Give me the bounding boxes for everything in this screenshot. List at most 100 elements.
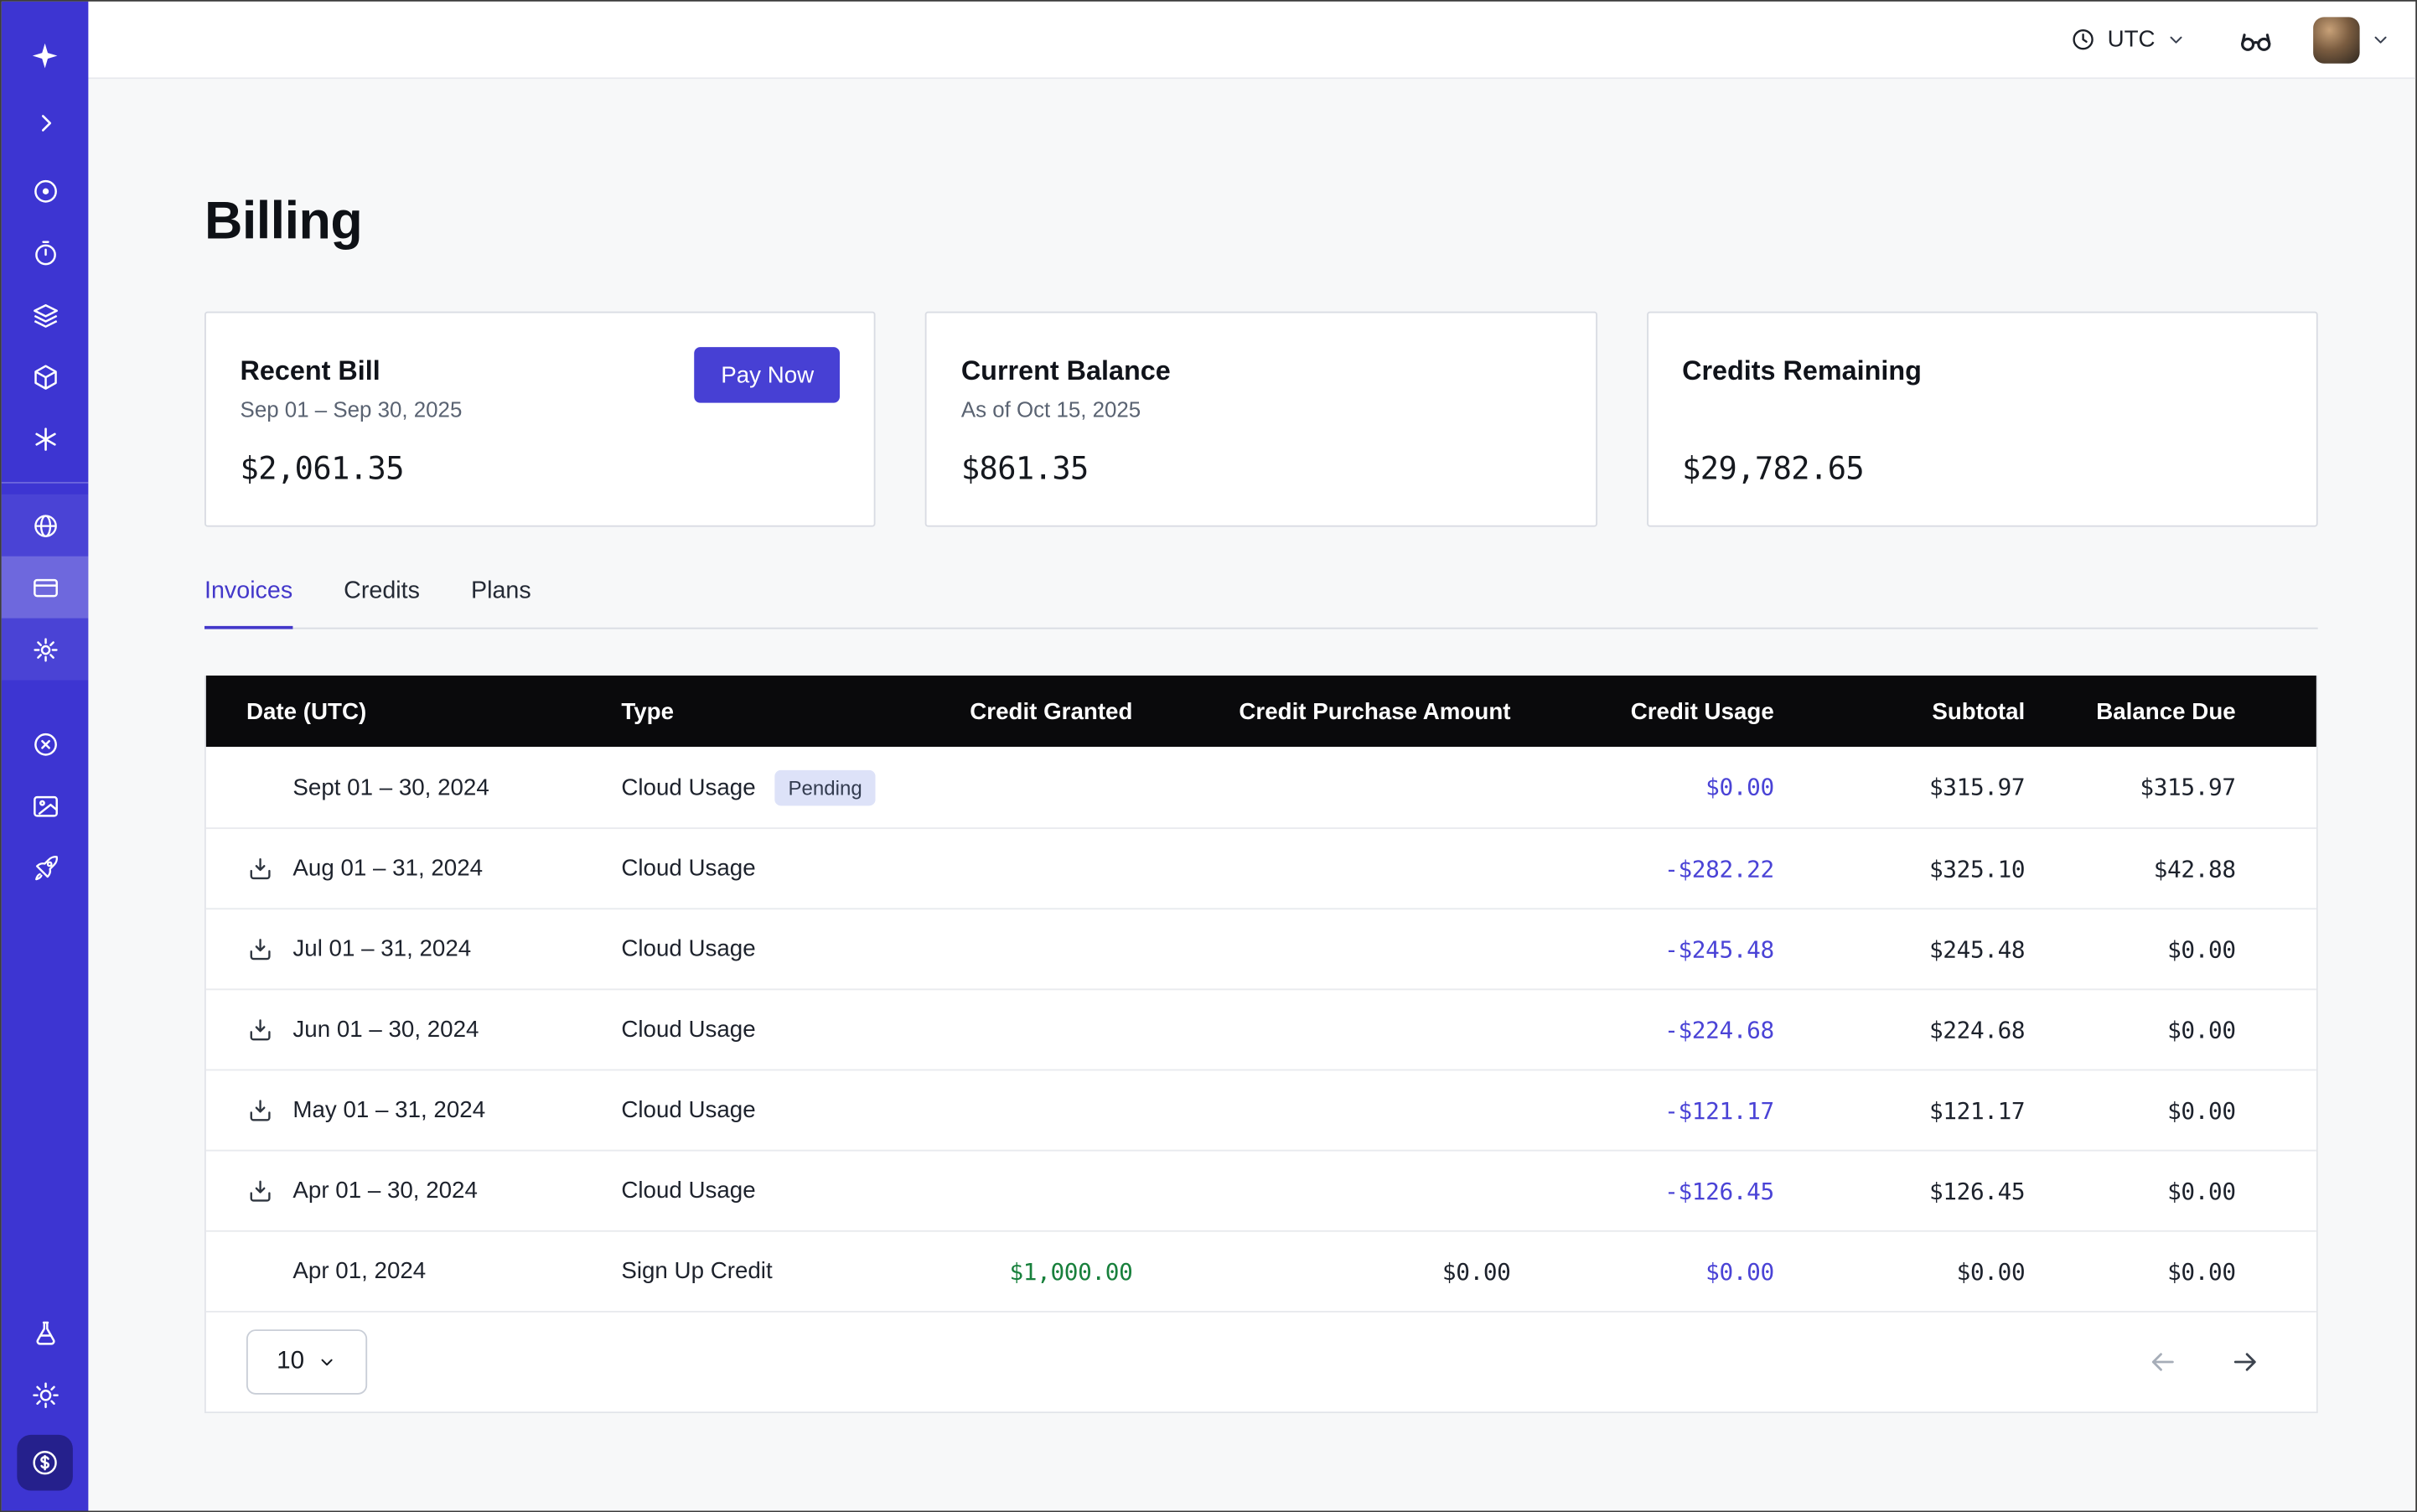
reader-mode-button[interactable] (2238, 21, 2275, 58)
subtotal: $126.45 (1774, 1177, 2025, 1204)
card-recent-bill: Recent Bill Sep 01 – Sep 30, 2025 $2,061… (204, 312, 876, 527)
subtotal: $224.68 (1774, 1016, 2025, 1043)
sidebar-item-settings[interactable] (2, 619, 89, 681)
sidebar-item-asterisk[interactable] (2, 407, 89, 469)
balance-due: $0.00 (2025, 1177, 2316, 1204)
invoice-date: Apr 01, 2024 (292, 1258, 426, 1284)
arrow-left-icon (2147, 1347, 2178, 1378)
credit-usage: -$121.17 (1511, 1096, 1774, 1124)
sidebar-item-currency[interactable] (17, 1435, 73, 1491)
sidebar-item-billing[interactable] (2, 557, 89, 619)
subtotal: $121.17 (1774, 1096, 2025, 1124)
pay-now-button[interactable]: Pay Now (695, 347, 841, 403)
chevron-down-icon (2371, 29, 2391, 49)
tab-credits[interactable]: Credits (344, 578, 420, 629)
target-icon (30, 176, 60, 205)
sidebar-item-cancel[interactable] (2, 712, 89, 774)
invoice-date: Aug 01 – 31, 2024 (292, 855, 483, 881)
invoice-type: Cloud Usage (621, 855, 755, 881)
table-row: Jul 01 – 31, 2024 Cloud Usage -$245.48 $… (206, 908, 2316, 988)
credit-usage: -$126.45 (1511, 1177, 1774, 1204)
download-icon (246, 1016, 274, 1043)
sidebar-item-cube[interactable] (2, 345, 89, 407)
sidebar (2, 2, 89, 1511)
sidebar-item-layers[interactable] (2, 283, 89, 345)
cube-icon (30, 362, 60, 391)
invoice-type: Cloud Usage (621, 936, 755, 962)
invoice-type: Cloud Usage (621, 1017, 755, 1043)
table-row: Apr 01, 2024 Sign Up Credit $1,000.00 $0… (206, 1230, 2316, 1311)
billing-tabs: Invoices Credits Plans (204, 578, 2318, 629)
subtotal: $0.00 (1774, 1257, 2025, 1285)
card-title: Current Balance (961, 355, 1561, 387)
card-amount: $861.35 (961, 449, 1561, 486)
sidebar-item-rocket[interactable] (2, 836, 89, 898)
invoice-type: Cloud Usage (621, 1097, 755, 1123)
subtotal: $245.48 (1774, 935, 2025, 963)
chevron-down-icon (2166, 29, 2187, 49)
main-content: Billing Recent Bill Sep 01 – Sep 30, 202… (88, 79, 2415, 1510)
app-window: UTC Billing Recent Bill Sep 01 – Sep 30,… (0, 0, 2417, 1512)
download-placeholder (246, 774, 274, 801)
sun-icon (30, 1380, 60, 1409)
download-invoice-button[interactable] (246, 1177, 274, 1204)
invoice-date: Jun 01 – 30, 2024 (292, 1017, 479, 1043)
sparkle-logo-icon (29, 40, 60, 71)
sidebar-item-target[interactable] (2, 159, 89, 221)
tab-plans[interactable]: Plans (471, 578, 531, 629)
previous-page-button[interactable] (2147, 1347, 2178, 1378)
card-subtitle (1682, 396, 2282, 427)
chevron-right-icon (32, 109, 58, 135)
user-avatar (2313, 16, 2359, 62)
credit-card-icon (30, 572, 60, 602)
column-header: Credit Usage (1511, 698, 1774, 724)
app-logo[interactable] (2, 25, 89, 87)
timezone-label: UTC (2108, 26, 2156, 52)
download-invoice-button[interactable] (246, 855, 274, 883)
page-size-select[interactable]: 10 (246, 1329, 367, 1395)
credit-usage: $0.00 (1511, 774, 1774, 801)
credit-purchase-amount: $0.00 (1132, 1257, 1510, 1285)
card-amount: $2,061.35 (241, 449, 841, 486)
download-invoice-button[interactable] (246, 1016, 274, 1043)
invoice-date: May 01 – 31, 2024 (292, 1097, 485, 1123)
tab-invoices[interactable]: Invoices (204, 578, 292, 629)
balance-due: $0.00 (2025, 1257, 2316, 1285)
card-amount: $29,782.65 (1682, 449, 2282, 486)
sidebar-item-labs[interactable] (2, 1302, 89, 1364)
balance-due: $42.88 (2025, 855, 2316, 883)
sidebar-item-expand[interactable] (2, 91, 89, 153)
rocket-icon (30, 853, 60, 883)
invoice-type: Cloud Usage (621, 1178, 755, 1204)
user-menu[interactable] (2313, 16, 2390, 62)
table-row: May 01 – 31, 2024 Cloud Usage -$121.17 $… (206, 1069, 2316, 1150)
credit-granted: $1,000.00 (900, 1257, 1132, 1285)
globe-icon (30, 510, 60, 540)
next-page-button[interactable] (2229, 1347, 2260, 1378)
sidebar-item-timer[interactable] (2, 221, 89, 283)
column-header: Credit Granted (900, 698, 1132, 724)
sidebar-item-globe[interactable] (2, 495, 89, 557)
credit-usage: -$224.68 (1511, 1016, 1774, 1043)
download-icon (246, 935, 274, 963)
column-header: Type (621, 698, 900, 724)
invoice-date: Jul 01 – 31, 2024 (292, 936, 471, 962)
sidebar-group (2, 495, 89, 681)
card-current-balance: Current Balance As of Oct 15, 2025 $861.… (925, 312, 1597, 527)
download-invoice-button[interactable] (246, 1096, 274, 1124)
flask-icon (30, 1318, 60, 1347)
invoice-date: Apr 01 – 30, 2024 (292, 1178, 477, 1204)
timezone-selector[interactable]: UTC (2070, 26, 2186, 52)
invoice-type: Sign Up Credit (621, 1258, 772, 1284)
card-title: Credits Remaining (1682, 355, 2282, 387)
sidebar-item-media[interactable] (2, 774, 89, 836)
table-row: Sept 01 – 30, 2024 Cloud Usage Pending $… (206, 747, 2316, 827)
download-invoice-button[interactable] (246, 935, 274, 963)
image-icon (30, 791, 60, 821)
balance-due: $0.00 (2025, 1016, 2316, 1043)
page-title: Billing (204, 190, 2318, 252)
sidebar-item-theme[interactable] (2, 1364, 89, 1426)
invoices-table: Date (UTC) Type Credit Granted Credit Pu… (204, 676, 2318, 1413)
balance-due: $0.00 (2025, 1096, 2316, 1124)
balance-due: $0.00 (2025, 935, 2316, 963)
